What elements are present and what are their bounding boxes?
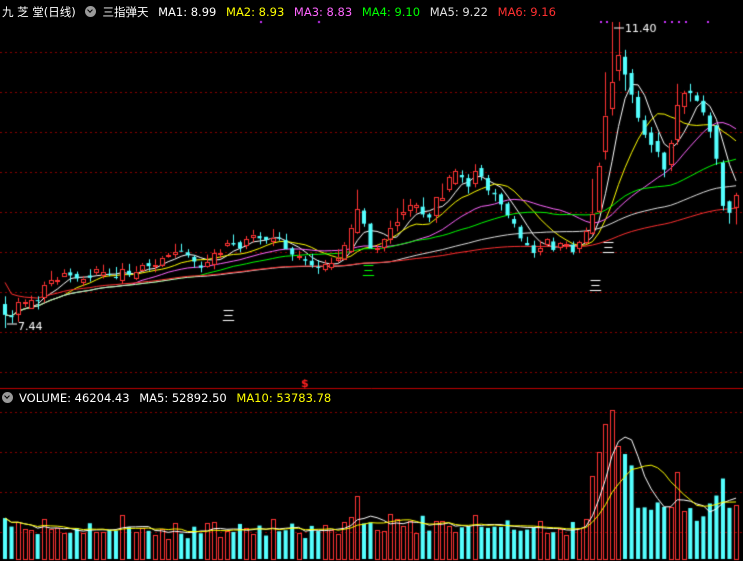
volume-ma10: MA10: 53783.78: [236, 391, 332, 405]
price-legend: 九 芝 堂(日线) 三指弹天 MA1: 8.99 MA2: 8.93 MA3: …: [2, 3, 562, 21]
ma4-value: MA4: 9.10: [361, 5, 421, 19]
ma1-value: MA1: 8.99: [158, 5, 217, 19]
volume-value: VOLUME: 46204.43: [19, 391, 130, 405]
ma3-value: MA3: 8.83: [293, 5, 353, 19]
ma2-value: MA2: 8.93: [226, 5, 285, 19]
volume-ma5: MA5: 52892.50: [139, 391, 227, 405]
stock-title: 九 芝 堂(日线): [2, 5, 76, 19]
volume-legend: VOLUME: 46204.43 MA5: 52892.50 MA10: 537…: [2, 389, 337, 407]
ma6-value: MA6: 9.16: [497, 5, 556, 19]
ma5-value: MA5: 9.22: [429, 5, 488, 19]
price-volume-chart[interactable]: [0, 0, 743, 561]
indicator-toggle-icon[interactable]: [85, 6, 97, 17]
indicator-name[interactable]: 三指弹天: [102, 5, 148, 19]
volume-toggle-icon[interactable]: [2, 392, 13, 403]
